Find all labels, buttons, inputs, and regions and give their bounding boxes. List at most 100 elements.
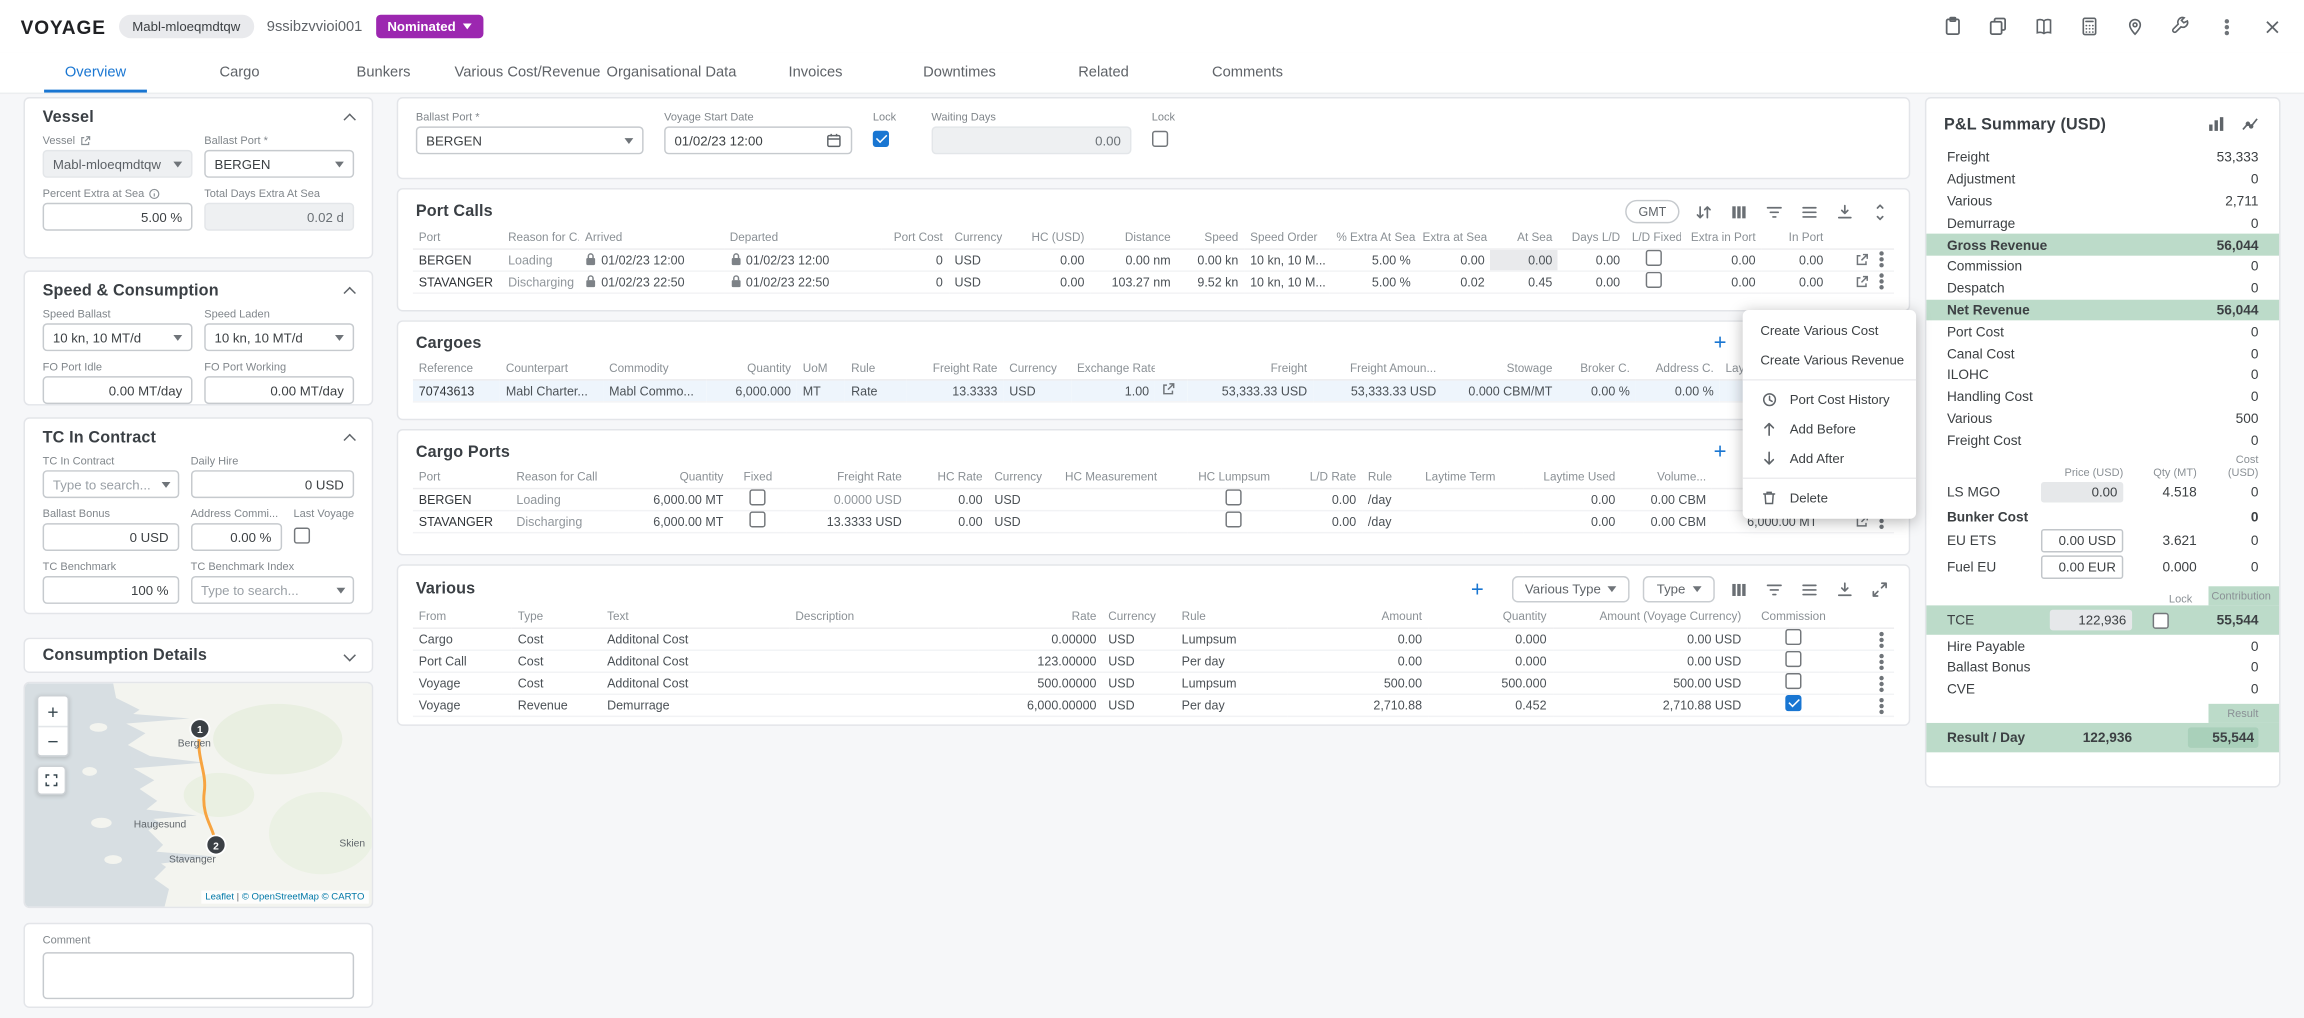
add-cargo-port-button[interactable]: + [1711,441,1730,463]
cell-hc-measurement[interactable] [1059,510,1187,532]
col-header[interactable]: Port Cost [881,228,949,249]
trend-chart-icon[interactable] [2239,113,2261,135]
col-header[interactable]: Laytime Term [1419,467,1523,488]
cell-extra-sea[interactable]: 0.02 [1417,270,1491,292]
columns-icon[interactable] [1728,578,1750,600]
calculator-icon[interactable] [2078,15,2102,39]
fixed-checkbox[interactable] [750,489,766,505]
filter-icon[interactable] [1763,201,1785,223]
col-header[interactable]: Reason for Call [510,467,618,488]
cell-amount[interactable]: 0.00 [1287,627,1427,649]
cell-reason[interactable]: Loading [510,488,618,510]
col-header[interactable]: HC Measurement [1059,467,1187,488]
cell-volume[interactable]: 0.00 CBM [1621,510,1712,532]
cell-speed[interactable]: 9.52 kn [1176,270,1244,292]
col-header[interactable]: Freight [1187,359,1313,380]
open-row-icon[interactable] [1854,253,1869,268]
row-menu-icon[interactable] [1879,659,1883,663]
various-row[interactable]: Voyage Cost Additonal Cost 500.00000 USD… [413,672,1894,694]
cell-commodity[interactable]: Mabl Commo... [603,379,706,401]
cell-distance[interactable]: 0.00 nm [1090,248,1176,270]
ballast-bonus-input[interactable] [43,523,179,551]
route-map[interactable]: 1 2 Bergen Haugesund Stavanger Skien + −… [24,682,374,908]
last-voyage-checkbox[interactable] [293,528,309,544]
menu-item-create-various-cost[interactable]: Create Various Cost [1743,316,1916,345]
fullscreen-button[interactable] [37,766,66,795]
col-header[interactable]: Rule [1176,607,1288,628]
col-header[interactable]: Currency [988,467,1059,488]
cell-freight-amount[interactable]: 53,333.33 USD [1313,379,1442,401]
col-header[interactable]: % Extra At Sea [1330,228,1416,249]
add-cargo-button[interactable]: + [1711,332,1730,354]
various-row[interactable]: Voyage Revenue Demurrage 6,000.00000 USD… [413,694,1894,716]
cell-rate[interactable]: 123.00000 [978,649,1102,671]
cell-quantity[interactable]: 6,000.000 [707,379,797,401]
cell-arrived[interactable]: 01/02/23 22:50 [579,270,724,292]
cell-reference[interactable]: 70743613 [413,379,500,401]
port-call-row[interactable]: BERGEN Loading 01/02/23 12:00 01/02/23 1… [413,248,1894,270]
row-menu-icon[interactable] [1879,280,1883,284]
col-header[interactable]: Port [413,228,502,249]
tab[interactable]: Related [1032,53,1176,93]
col-header[interactable]: UoM [797,359,845,380]
status-badge[interactable]: Nominated [376,15,484,39]
sort-icon[interactable] [1693,201,1715,223]
col-header[interactable]: Currency [949,228,1011,249]
col-header[interactable]: Port [413,467,511,488]
col-header[interactable]: Description [790,607,978,628]
lock-waiting-checkbox[interactable] [1152,131,1168,147]
col-header[interactable]: At Sea [1491,228,1559,249]
percent-extra-input[interactable] [43,203,193,231]
cell-from[interactable]: Cargo [413,627,512,649]
tab[interactable]: Cargo [168,53,312,93]
cell-reason[interactable]: Discharging [502,270,579,292]
cell-reason[interactable]: Discharging [510,510,618,532]
row-menu-icon[interactable] [1879,258,1883,262]
cell-type[interactable]: Cost [512,672,601,694]
tab[interactable]: Bunkers [312,53,456,93]
cell-description[interactable] [790,672,978,694]
tce-lock-checkbox[interactable] [2152,612,2168,628]
gmt-chip[interactable]: GMT [1625,200,1679,224]
col-header[interactable]: Broker C. [1558,359,1635,380]
eu-ets-price-input[interactable] [2041,529,2123,553]
cell-exchange-rate[interactable]: 1.00 [1071,379,1155,401]
expand-icon[interactable] [1869,578,1891,600]
cell-quantity[interactable]: 6,000.00 MT [618,510,729,532]
cell-type[interactable]: Cost [512,649,601,671]
col-header[interactable]: Extra in Port [1681,228,1761,249]
cell-days-ld[interactable]: 0.00 [1558,248,1626,270]
cell-currency[interactable]: USD [949,248,1011,270]
fixed-checkbox[interactable] [750,511,766,527]
col-header[interactable]: Volume... [1621,467,1712,488]
ld-fixed-checkbox[interactable] [1646,272,1662,288]
cell-laytime-term[interactable] [1419,488,1523,510]
ballast-port-select[interactable]: BERGEN [204,150,354,178]
cell-freight-rate[interactable]: 13.3333 USD [786,510,907,532]
lock-date-checkbox[interactable] [873,131,889,147]
cell-from[interactable]: Voyage [413,672,512,694]
cell-port[interactable]: STAVANGER [413,270,502,292]
col-header[interactable]: From [413,607,512,628]
cell-port-cost[interactable]: 0 [881,270,949,292]
col-header[interactable]: L/D Fixed [1626,228,1681,249]
cell-currency[interactable]: USD [1003,379,1071,401]
cell-rule[interactable]: Lumpsum [1176,672,1288,694]
cell-amount-voyage-currency[interactable]: 0.00 USD [1552,649,1747,671]
waiting-days-input[interactable] [931,126,1131,154]
commission-checkbox[interactable] [1785,651,1801,667]
tab[interactable]: Various Cost/Revenue [456,53,600,93]
unfold-icon[interactable] [1869,201,1891,223]
cell-rate[interactable]: 500.00000 [978,672,1102,694]
col-header[interactable]: Freight Amoun... [1313,359,1442,380]
collapse-icon[interactable] [343,434,355,446]
daily-hire-input[interactable] [191,470,355,498]
cell-hc-rate[interactable]: 0.00 [908,488,989,510]
cell-currency[interactable]: USD [988,488,1059,510]
density-icon[interactable] [1799,578,1821,600]
cell-quantity[interactable]: 500.000 [1428,672,1552,694]
close-icon[interactable] [2260,15,2284,39]
cell-quantity[interactable]: 0.000 [1428,649,1552,671]
various-row[interactable]: Port Call Cost Additonal Cost 123.00000 … [413,649,1894,671]
col-header[interactable]: Freight Rate [786,467,907,488]
